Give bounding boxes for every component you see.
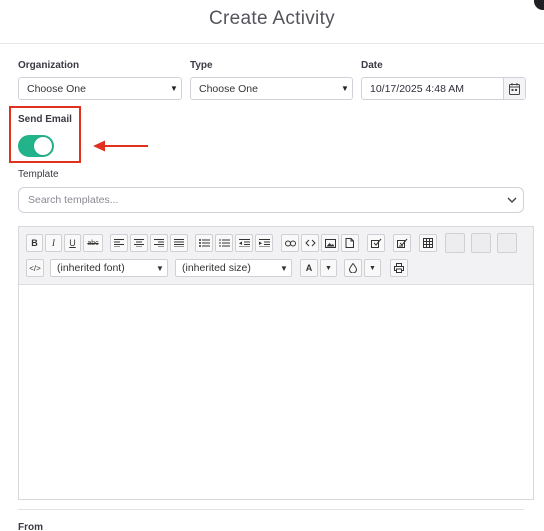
table-icon [423,238,433,248]
align-right-icon [154,239,164,247]
bullet-list-icon [198,239,210,247]
background-color-button[interactable] [344,259,362,277]
align-left-button[interactable] [110,234,128,252]
date-input[interactable]: 10/17/2025 4:48 AM [361,77,526,100]
paint-drop-icon [349,263,357,273]
rich-text-editor[interactable]: B I U abc </> (inherited font) ▼ (inheri… [18,226,534,500]
print-button[interactable] [390,259,408,277]
editor-toolbar: B I U abc </> (inherited font) ▼ (inheri… [19,227,533,285]
indent-icon [258,239,270,247]
caret-down-icon: ▼ [341,84,349,93]
calendar-icon[interactable] [503,78,525,99]
checklist-icon [370,238,381,248]
align-left-icon [114,239,124,247]
font-family-value: (inherited font) [57,262,125,274]
template-label: Template [18,169,59,180]
strikethrough-button[interactable]: abc [83,234,103,252]
from-label: From [18,522,43,531]
dialog-header: Create Activity [0,0,544,44]
organization-select[interactable]: Choose One ▼ [18,77,182,100]
unlink-button[interactable] [301,234,319,252]
link-button[interactable] [281,234,299,252]
background-color-dropdown[interactable]: ▼ [364,259,381,277]
toolbar-blank-button-2[interactable] [471,233,491,253]
text-color-button[interactable]: A [300,259,318,277]
template-search-dropdown[interactable]: Search templates... [18,187,524,213]
checklist-alt-icon [396,238,407,248]
organization-value: Choose One [27,82,86,95]
document-button[interactable] [341,234,359,252]
italic-button[interactable]: I [45,234,62,252]
justify-button[interactable] [170,234,188,252]
source-code-button[interactable]: </> [26,259,44,277]
type-select[interactable]: Choose One ▼ [190,77,353,100]
send-email-label: Send Email [18,114,72,125]
toolbar-blank-button-3[interactable] [497,233,517,253]
print-icon [394,263,404,273]
checklist-alt-button[interactable] [393,234,411,252]
bold-button[interactable]: B [26,234,43,252]
date-label: Date [361,60,383,71]
indent-button[interactable] [255,234,273,252]
page-title: Create Activity [209,8,335,29]
align-center-icon [134,239,144,247]
outdent-button[interactable] [235,234,253,252]
toolbar-blank-button-1[interactable] [445,233,465,253]
text-color-dropdown[interactable]: ▼ [320,259,337,277]
unlink-icon [304,239,316,247]
date-value: 10/17/2025 4:48 AM [370,82,464,95]
caret-down-icon: ▼ [156,263,164,273]
toggle-knob [34,137,52,155]
type-label: Type [190,60,213,71]
code-icon: </> [29,263,41,273]
font-size-value: (inherited size) [182,262,251,274]
numbered-list-icon [219,239,230,247]
type-value: Choose One [199,82,258,95]
underline-button[interactable]: U [64,234,81,252]
align-center-button[interactable] [130,234,148,252]
justify-icon [174,239,184,247]
outdent-icon [238,239,250,247]
align-right-button[interactable] [150,234,168,252]
document-icon [345,238,354,248]
send-email-toggle[interactable] [18,135,54,157]
font-size-select[interactable]: (inherited size) ▼ [175,259,292,277]
caret-down-icon: ▼ [170,84,178,93]
checklist-button[interactable] [367,234,385,252]
organization-label: Organization [18,60,80,71]
image-icon [324,238,336,248]
chevron-down-icon [501,197,523,203]
caret-down-icon: ▼ [280,263,288,273]
section-divider [18,509,524,510]
table-button[interactable] [419,234,437,252]
image-button[interactable] [321,234,339,252]
link-icon [284,240,296,246]
font-family-select[interactable]: (inherited font) ▼ [50,259,168,277]
arrow-left-icon [93,140,148,152]
bullet-list-button[interactable] [195,234,213,252]
numbered-list-button[interactable] [215,234,233,252]
template-search-input[interactable]: Search templates... [28,194,501,206]
